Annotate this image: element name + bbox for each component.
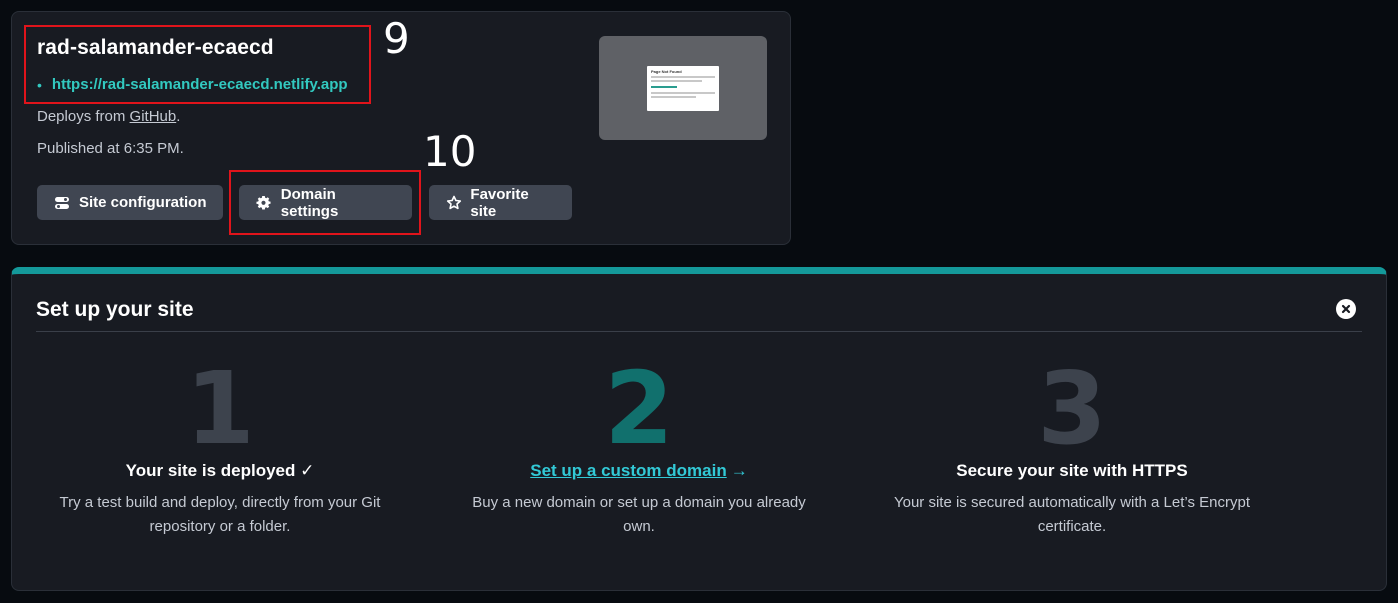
setup-title: Set up your site [36, 298, 194, 321]
step-description: Buy a new domain or set up a domain you … [444, 491, 834, 539]
setup-step-1: 1 Your site is deployed ✓ Try a test bui… [25, 359, 415, 539]
step-title-text: Your site is deployed [125, 461, 296, 480]
step-number: 2 [604, 350, 674, 467]
step-title-text: Secure your site with HTTPS [956, 461, 1188, 480]
step-desc-line: Buy a new domain or set up a domain you … [472, 494, 806, 511]
star-icon [445, 194, 462, 212]
setup-step-3: 3 Secure your site with HTTPS Your site … [877, 359, 1267, 539]
favorite-site-label: Favorite site [470, 185, 529, 220]
published-time: Published at 6:35 PM. [37, 140, 184, 157]
deploys-suffix: . [176, 108, 181, 125]
step-number: 1 [185, 350, 255, 467]
github-link[interactable]: GitHub [130, 108, 177, 125]
favorite-site-button[interactable]: Favorite site [429, 185, 572, 220]
step-desc-line: Try a test build and deploy, directly fr… [59, 494, 381, 511]
preview-line [651, 92, 715, 94]
step-desc-line: repository or a folder. [149, 518, 291, 535]
step-description: Try a test build and deploy, directly fr… [25, 491, 415, 539]
site-configuration-label: Site configuration [79, 194, 207, 211]
close-icon[interactable] [1336, 299, 1356, 319]
step-description: Your site is secured automatically with … [877, 491, 1267, 539]
step-title: Your site is deployed ✓ [25, 461, 415, 481]
site-configuration-button[interactable]: Site configuration [37, 185, 223, 220]
annotation-box-10 [229, 170, 421, 235]
setup-step-2: 2 Set up a custom domain → Buy a new doma… [444, 359, 834, 539]
annotation-label-10: 10 [423, 127, 477, 176]
toggles-icon [53, 194, 71, 212]
preview-back-link [651, 86, 677, 88]
preview-line [651, 80, 703, 82]
step-desc-line: Your site is secured automatically with … [893, 494, 1250, 511]
deploys-prefix: Deploys from [37, 108, 126, 125]
deploys-from-text: Deploys from GitHub. [37, 108, 180, 125]
step-number: 3 [1037, 350, 1107, 467]
setup-divider [36, 331, 1362, 332]
preview-page: Page Not Found [647, 66, 719, 111]
setup-custom-domain-link[interactable]: Set up a custom domain → [444, 461, 834, 481]
step-title: Secure your site with HTTPS [877, 461, 1267, 481]
step-desc-line: own. [623, 518, 655, 535]
step-title-text: Set up a custom domain [530, 461, 727, 480]
site-preview-thumbnail[interactable]: Page Not Found [599, 36, 767, 140]
annotation-box-9 [24, 25, 371, 104]
step-desc-line: certificate. [1037, 518, 1107, 535]
annotation-label-9: 9 [383, 14, 410, 63]
preview-page-title: Page Not Found [651, 69, 682, 74]
checkmark-icon: ✓ [300, 461, 315, 480]
arrow-right-icon: → [730, 461, 748, 480]
preview-line [651, 96, 696, 98]
preview-line [651, 76, 715, 78]
setup-your-site-card: Set up your site 1 Your site is deployed… [11, 267, 1387, 591]
